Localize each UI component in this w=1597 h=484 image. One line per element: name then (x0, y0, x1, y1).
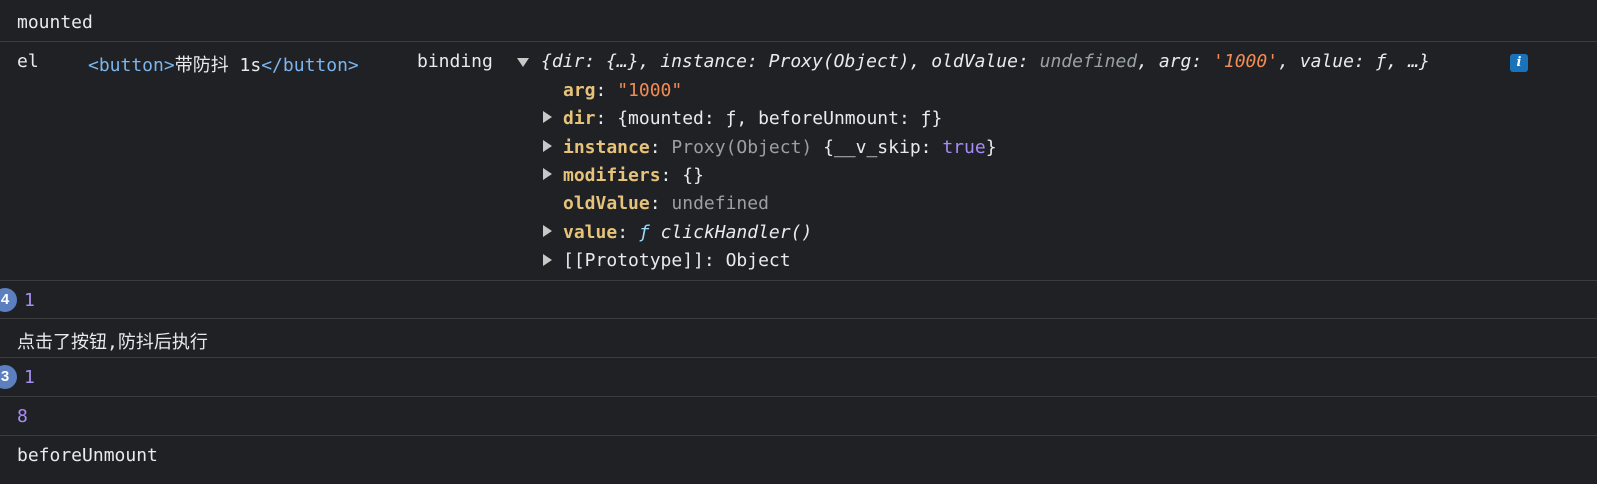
binding-summary[interactable]: {dir: {…}, instance: Proxy(Object), oldV… (541, 51, 1430, 72)
console-message-mounted: mounted (0, 0, 1597, 42)
repeat-count-badge: 3 (0, 365, 17, 389)
expand-triangle-icon[interactable] (543, 140, 552, 152)
message-text: 点击了按钮,防抖后执行 (17, 332, 208, 353)
console-message-beforeUnmount: beforeUnmount (0, 436, 1597, 484)
prop-modifiers[interactable]: modifiers: {} (563, 165, 704, 186)
el-label: el (17, 51, 39, 72)
repeat-count-badge: 4 (0, 288, 17, 312)
el-element-node[interactable]: <button>带防抖 1s</button> (88, 51, 359, 77)
expand-triangle-icon[interactable] (543, 168, 552, 180)
message-number: 1 (24, 367, 35, 388)
console-message-repeat: 3 1 (0, 358, 1597, 397)
prop-arg: arg: "1000" (563, 80, 683, 101)
binding-label: binding (417, 51, 493, 72)
message-text: beforeUnmount (17, 445, 158, 466)
prop-instance[interactable]: instance: Proxy(Object) {__v_skip: true} (563, 137, 997, 158)
console-message-repeat: 4 1 (0, 281, 1597, 319)
prop-value[interactable]: value: ƒ clickHandler() (563, 222, 812, 243)
message-number: 8 (17, 406, 28, 427)
collapse-triangle-icon[interactable] (517, 58, 529, 67)
prop-prototype[interactable]: [[Prototype]]: Object (563, 250, 791, 271)
prop-oldValue: oldValue: undefined (563, 193, 769, 214)
message-text: mounted (17, 12, 93, 33)
expand-triangle-icon[interactable] (543, 111, 552, 123)
prop-dir[interactable]: dir: {mounted: ƒ, beforeUnmount: ƒ} (563, 108, 942, 129)
console-message-binding: el <button>带防抖 1s</button> binding {dir:… (0, 42, 1597, 281)
info-icon[interactable]: i (1510, 54, 1528, 72)
console-message-number: 8 (0, 397, 1597, 436)
message-number: 1 (24, 290, 35, 311)
expand-triangle-icon[interactable] (543, 254, 552, 266)
console-panel: mounted el <button>带防抖 1s</button> bindi… (0, 0, 1597, 484)
console-message-text: 点击了按钮,防抖后执行 (0, 319, 1597, 358)
expand-triangle-icon[interactable] (543, 225, 552, 237)
